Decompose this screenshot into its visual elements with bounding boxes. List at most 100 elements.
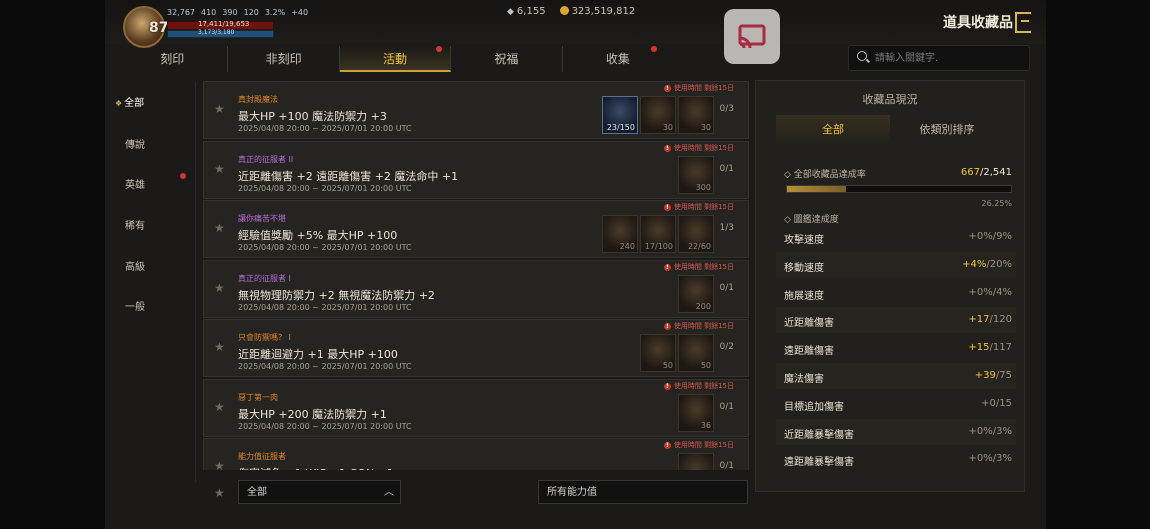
- category-tabs: 刻印 非刻印 活動 祝福 收集: [117, 46, 673, 72]
- notification-dot: [436, 46, 443, 52]
- grade-filter-select[interactable]: 全部 ︿: [238, 480, 401, 504]
- item-progress: 1/3: [719, 223, 734, 233]
- item-date-range: 2025/04/08 20:00 ~ 2025/07/01 20:00 UTC: [238, 421, 412, 431]
- cast-icon: [738, 24, 766, 49]
- item-progress: 0/1: [719, 282, 734, 293]
- item-slot[interactable]: 50: [678, 334, 714, 372]
- sidebar-item-hero[interactable]: 英雄: [125, 176, 145, 191]
- item-category: 惡丁第一肉: [238, 392, 278, 402]
- stat-value: 390: [222, 8, 238, 17]
- stat-value: +0%/3%: [968, 453, 1012, 465]
- chevron-up-icon: ︿: [384, 487, 394, 498]
- panel-title: 收藏品現況: [862, 93, 918, 106]
- sidebar-item-all[interactable]: 全部: [124, 94, 144, 109]
- item-slot[interactable]: 30: [678, 96, 714, 134]
- item-progress: 0/1: [719, 461, 734, 470]
- mp-text: 3,173/3,180: [198, 29, 235, 36]
- gem-icon: ◆: [507, 7, 514, 17]
- list-item[interactable]: ★ 惡丁第一肉 最大HP +200 魔法防禦力 +1 2025/04/08 20:00…: [203, 378, 749, 437]
- window-title: 道具收藏品: [943, 15, 1013, 31]
- alert-icon: !: [663, 263, 671, 271]
- tab-non-engraved[interactable]: 非刻印: [228, 46, 340, 72]
- favorite-star-icon[interactable]: ★: [214, 340, 225, 354]
- time-limit-warning: ! 使用時間 剩餘15日: [663, 440, 734, 450]
- exit-icon[interactable]: [1015, 12, 1031, 33]
- search-box: [848, 45, 1030, 71]
- panel-tab-all[interactable]: 全部: [776, 115, 890, 145]
- total-progress-fill: [787, 186, 846, 192]
- notification-dot: [651, 46, 658, 52]
- character-level: 87: [149, 20, 169, 36]
- list-item[interactable]: ★ 讓你痛苦不堪 經驗值獎勵 +5% 最大HP +100 2025/04/08 20:…: [203, 200, 749, 258]
- item-slot[interactable]: 36: [678, 393, 714, 432]
- list-item[interactable]: ★ 真正的征服者 II 近距離傷害 +2 遠距離傷害 +2 魔法命中 +1 2025/…: [203, 140, 749, 199]
- sidebar-item-legendary[interactable]: 傳說: [125, 136, 145, 151]
- favorite-star-icon[interactable]: ★: [214, 281, 225, 295]
- item-effect: 近距離傷害 +2 遠距離傷害 +2 魔法命中 +1: [238, 169, 459, 183]
- list-item[interactable]: ★ 真正的征服者 I 無視物理防禦力 +2 無視魔法防禦力 +2 2025/04/08…: [203, 259, 749, 318]
- item-progress: 0/3: [719, 104, 734, 114]
- stat-label: 遠距離傷害: [784, 346, 834, 358]
- item-slot[interactable]: 22/60: [678, 215, 714, 253]
- list-item[interactable]: ★ 能力值征服者傷害減免 +1 WIS +1 CON +1 !使用時間 剩餘15日 0…: [203, 438, 749, 470]
- item-slot[interactable]: 23/150: [602, 96, 638, 134]
- panel-tab-by-category[interactable]: 依類別排序: [890, 115, 1004, 145]
- sidebar-item-rare[interactable]: 稀有: [125, 217, 145, 232]
- item-effect: 傷害減免 +1 WIS +1 CON +1: [238, 465, 394, 470]
- sidebar-item-normal[interactable]: 一般: [125, 298, 145, 313]
- time-limit-warning: ! 使用時間 剩餘15日: [663, 83, 734, 93]
- total-label: ◇ 全部收藏品達成率: [784, 170, 866, 180]
- stat-label: 目標追加傷害: [784, 401, 844, 413]
- ability-filter-select[interactable]: 所有能力值: [538, 480, 748, 504]
- stat-value: +0%/4%: [968, 286, 1012, 298]
- gold-coin-icon: [559, 6, 569, 15]
- item-date-range: 2025/04/08 20:00 ~ 2025/07/01 20:00 UTC: [238, 362, 412, 371]
- alert-icon: !: [663, 323, 671, 330]
- stat-row: 遠距離暴擊傷害 +0%/3%: [784, 453, 1012, 468]
- favorite-star-icon[interactable]: ★: [214, 221, 225, 235]
- item-slot[interactable]: 30: [640, 96, 676, 134]
- stat-row: 攻擊速度 +0%/9%: [784, 231, 1012, 246]
- item-slot[interactable]: 200: [678, 274, 714, 313]
- cast-button[interactable]: [724, 9, 780, 64]
- time-limit-warning: ! 使用時間 剩餘15日: [663, 202, 734, 212]
- item-date-range: 2025/04/08 20:00 ~ 2025/07/01 20:00 UTC: [238, 302, 412, 312]
- stat-value: +4%/20%: [962, 258, 1012, 270]
- time-limit-warning: ! 使用時間 剩餘15日: [663, 262, 734, 272]
- item-slot[interactable]: 300: [678, 155, 714, 194]
- game-window: 87 32,767 410 390 120 3.2% +40 17,411/19…: [105, 0, 1046, 529]
- favorite-star-icon[interactable]: ★: [214, 162, 225, 176]
- stat-label: 遠距離暴擊傷害: [784, 457, 854, 469]
- tab-event[interactable]: 活動: [339, 46, 452, 72]
- item-slot[interactable]: [678, 453, 714, 470]
- favorite-filter-icon[interactable]: ★: [214, 486, 225, 500]
- item-slot[interactable]: 17/100: [640, 215, 676, 253]
- slot-count: 50: [662, 361, 673, 370]
- notification-dot: [180, 173, 186, 179]
- favorite-star-icon[interactable]: ★: [214, 400, 225, 414]
- item-progress: 0/1: [719, 401, 734, 412]
- slot-count: 17/100: [644, 242, 673, 251]
- favorite-star-icon[interactable]: ★: [214, 102, 225, 116]
- item-effect: 最大HP +100 魔法防禦力 +3: [238, 110, 387, 123]
- item-slot[interactable]: 240: [602, 215, 638, 253]
- slot-count: 30: [662, 123, 673, 132]
- tab-collect[interactable]: 收集: [563, 46, 673, 72]
- stat-value: +0%/9%: [968, 231, 1012, 242]
- list-item[interactable]: ★ 只會防禦嗎？ I 近距離迴避力 +1 最大HP +100 2025/04/08 2…: [203, 319, 749, 377]
- slot-count: 300: [695, 182, 711, 192]
- item-slot[interactable]: 50: [640, 334, 676, 372]
- favorite-star-icon[interactable]: ★: [214, 459, 225, 470]
- stat-value: +39/75: [974, 370, 1012, 381]
- stat-value: 120: [243, 8, 259, 17]
- tab-blessing[interactable]: 祝福: [451, 46, 563, 72]
- sidebar-item-advanced[interactable]: 高級: [125, 258, 145, 273]
- list-item[interactable]: ★ 真封殿魔法 最大HP +100 魔法防禦力 +3 2025/04/08 20:00…: [203, 81, 749, 139]
- search-input[interactable]: [873, 49, 1025, 67]
- tab-engraved[interactable]: 刻印: [117, 46, 229, 72]
- item-effect: 經驗值獎勵 +5% 最大HP +100: [238, 229, 398, 242]
- stat-label: 攻擊速度: [784, 235, 824, 246]
- filter-bar: ★ 全部 ︿ 所有能力值: [203, 474, 749, 510]
- slot-count: 30: [700, 123, 711, 132]
- total-count: 667/2,541: [960, 167, 1012, 178]
